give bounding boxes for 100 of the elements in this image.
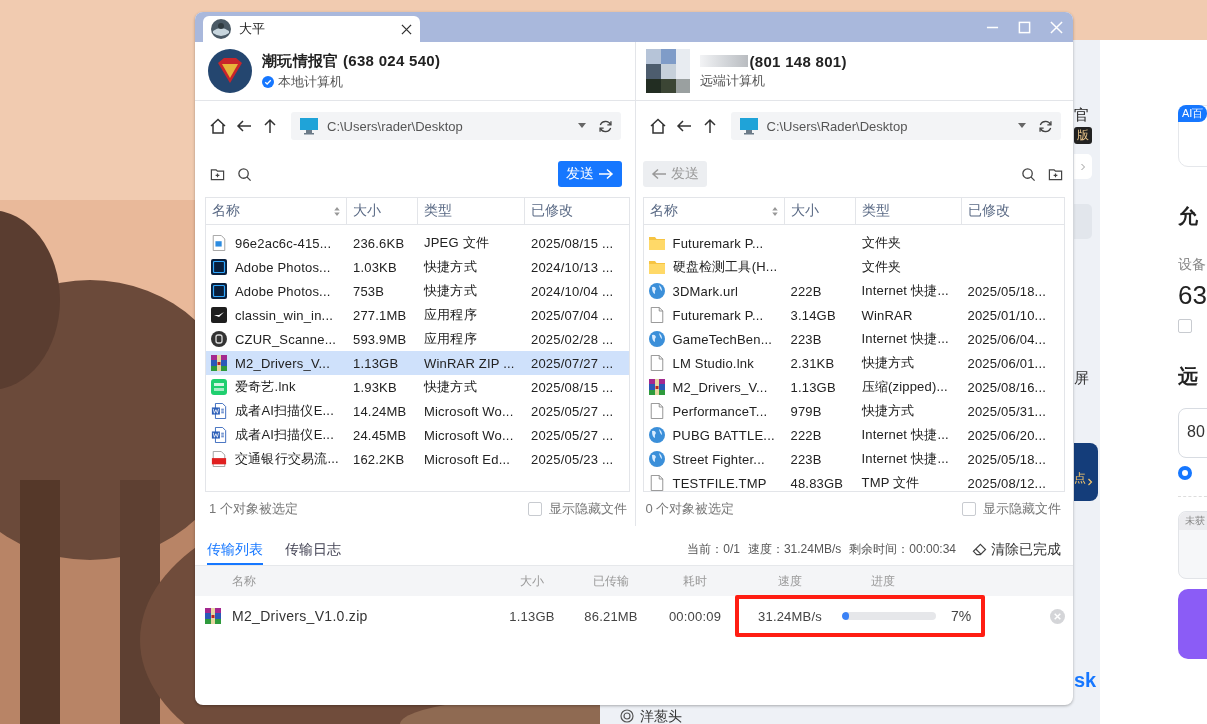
sidebar-item[interactable]: 洋葱头 xyxy=(640,709,682,723)
home-icon[interactable] xyxy=(648,117,667,135)
file-row[interactable]: 交通银行交易流... 162.2KB Microsoft Ed... 2025/05/23 ... xyxy=(206,447,629,471)
checkbox[interactable] xyxy=(1178,319,1192,333)
file-type: 应用程序 xyxy=(424,306,477,324)
path-field[interactable]: C:\Users\rader\Desktop xyxy=(291,112,621,140)
sidebar-item[interactable]: 屏 xyxy=(1074,369,1089,388)
avatar-icon xyxy=(211,19,231,39)
column-header[interactable]: 已修改 xyxy=(525,198,629,224)
eraser-icon[interactable] xyxy=(972,543,987,556)
radio-button[interactable] xyxy=(1178,466,1192,480)
file-name: 成者AI扫描仪E... xyxy=(235,426,334,444)
file-size: 593.9MB xyxy=(353,331,407,347)
file-row[interactable]: LM Studio.lnk 2.31KB 快捷方式 2025/06/01... xyxy=(643,351,1064,375)
file-row[interactable]: M2_Drivers_V... 1.13GB WinRAR ZIP ... 2025/07/27 ... xyxy=(206,351,629,375)
column-header: 大小 xyxy=(519,572,545,590)
file-size: 2.31KB xyxy=(790,355,835,371)
new-folder-icon[interactable] xyxy=(210,166,225,182)
user-name: 潮玩情报官 (638 024 540) xyxy=(262,51,441,71)
checkbox-label: 显示隐藏文件 xyxy=(983,500,1061,518)
refresh-icon[interactable] xyxy=(598,118,613,134)
file-date: 2025/05/31... xyxy=(967,403,1046,419)
file-size: 236.6KB xyxy=(353,235,405,251)
file-size: 1.13GB xyxy=(353,355,399,371)
file-row[interactable]: Adobe Photos... 753B 快捷方式 2024/10/04 ... xyxy=(206,279,629,303)
file-type: Internet 快捷... xyxy=(861,330,949,348)
sort-icon xyxy=(334,205,340,217)
app-icon xyxy=(211,307,227,323)
column-header[interactable]: 类型 xyxy=(418,198,525,224)
file-size: 277.1MB xyxy=(353,307,407,323)
window-tab[interactable]: 大平 xyxy=(203,16,420,42)
file-row[interactable]: GameTechBen... 223B Internet 快捷... 2025/06/04... xyxy=(643,327,1064,351)
version-badge: 版 xyxy=(1074,127,1092,144)
file-size: 222B xyxy=(790,427,822,443)
user-name: (801 148 801) xyxy=(749,52,847,70)
promo-banner[interactable]: 点 xyxy=(1074,443,1098,501)
transfer-status: 当前：0/1 xyxy=(687,541,740,558)
file-type: 应用程序 xyxy=(424,330,477,348)
file-row[interactable]: 96e2ac6c-415... 236.6KB JPEG 文件 2025/08/15 ... xyxy=(206,231,629,255)
file-type: 快捷方式 xyxy=(424,258,477,276)
globe-icon xyxy=(648,283,665,299)
column-header[interactable]: 名称 xyxy=(206,198,347,224)
column-header: 耗时 xyxy=(682,572,708,590)
checkbox[interactable] xyxy=(962,502,976,516)
column-header: 已传输 xyxy=(592,572,630,590)
file-row[interactable]: CZUR_Scanne... 593.9MB 应用程序 2025/02/28 ... xyxy=(206,327,629,351)
send-button[interactable]: 发送 xyxy=(557,161,622,187)
column-header[interactable]: 大小 xyxy=(347,198,418,224)
word-document-icon xyxy=(211,403,227,419)
clear-completed-button[interactable]: 清除已完成 xyxy=(991,540,1061,559)
input-field[interactable]: 80 xyxy=(1178,408,1207,458)
file-date: 2025/05/27 ... xyxy=(531,427,614,443)
file-row[interactable]: classin_win_in... 277.1MB 应用程序 2025/07/04 ... xyxy=(206,303,629,327)
refresh-icon[interactable] xyxy=(1037,118,1053,134)
file-row[interactable]: Futuremark P... 文件夹 xyxy=(643,231,1064,255)
file-name: Adobe Photos... xyxy=(235,283,331,299)
file-row[interactable]: Adobe Photos... 1.03KB 快捷方式 2024/10/13 ... xyxy=(206,255,629,279)
home-icon[interactable] xyxy=(209,117,227,135)
caret-icon[interactable] xyxy=(1017,123,1026,129)
checkbox[interactable] xyxy=(527,502,542,516)
file-row[interactable]: M2_Drivers_V... 1.13GB 压缩(zipped)... 2025/08/16... xyxy=(643,375,1064,399)
close-icon[interactable] xyxy=(401,23,412,35)
ai-card[interactable]: AI百 xyxy=(1178,105,1207,167)
column-header: 进度 xyxy=(870,572,896,590)
blurred-avatar xyxy=(645,49,690,93)
column-header[interactable]: 类型 xyxy=(855,198,962,224)
file-date: 2024/10/04 ... xyxy=(531,283,614,299)
tab[interactable]: 传输日志 xyxy=(285,534,341,565)
column-header[interactable]: 名称 xyxy=(643,198,785,224)
file-row[interactable]: Futuremark P... 3.14GB WinRAR 2025/01/10... xyxy=(643,303,1064,327)
file-name: 交通银行交易流... xyxy=(235,450,339,468)
file-row[interactable]: TESTFILE.TMP 48.83GB TMP 文件 2025/08/12... xyxy=(643,471,1064,491)
path-field[interactable]: C:\Users\Rader\Desktop xyxy=(730,112,1061,140)
elapsed-time: 00:00:09 xyxy=(667,608,723,624)
column-header[interactable]: 大小 xyxy=(784,198,856,224)
file-row[interactable]: 3DMark.url 222B Internet 快捷... 2025/05/18... xyxy=(643,279,1064,303)
file-date: 2025/05/23 ... xyxy=(531,451,614,467)
file-date: 2025/06/04... xyxy=(967,331,1046,347)
file-date: 2025/06/01... xyxy=(967,355,1046,371)
file-row[interactable]: 爱奇艺.lnk 1.93KB 快捷方式 2025/08/15 ... xyxy=(206,375,629,399)
file-row[interactable]: PUBG BATTLE... 222B Internet 快捷... 2025/06/20... xyxy=(643,423,1064,447)
new-folder-icon[interactable] xyxy=(1048,166,1063,182)
arrow-icon xyxy=(650,168,667,180)
search-icon[interactable] xyxy=(1021,166,1036,182)
caret-icon[interactable] xyxy=(578,123,586,129)
file-date: 2025/05/27 ... xyxy=(531,403,614,419)
file-name: 爱奇艺.lnk xyxy=(235,378,296,396)
image-file-icon xyxy=(211,235,227,251)
file-row[interactable]: 成者AI扫描仪E... 14.24MB Microsoft Wo... 2025/05/27 ... xyxy=(206,399,629,423)
file-date: 2025/06/20... xyxy=(967,427,1046,443)
file-row[interactable]: Street Fighter... 223B Internet 快捷... 2025/05/18... xyxy=(643,447,1064,471)
file-type: JPEG 文件 xyxy=(424,234,489,252)
file-date: 2025/08/16... xyxy=(967,379,1046,395)
search-icon[interactable] xyxy=(237,166,252,182)
file-row[interactable]: 成者AI扫描仪E... 24.45MB Microsoft Wo... 2025/05/27 ... xyxy=(206,423,629,447)
file-type: WinRAR xyxy=(861,307,913,323)
file-row[interactable]: 硬盘检测工具(H... 文件夹 xyxy=(643,255,1064,279)
file-type: TMP 文件 xyxy=(861,474,920,491)
column-header[interactable]: 已修改 xyxy=(961,198,1064,224)
file-row[interactable]: PerformanceT... 979B 快捷方式 2025/05/31... xyxy=(643,399,1064,423)
